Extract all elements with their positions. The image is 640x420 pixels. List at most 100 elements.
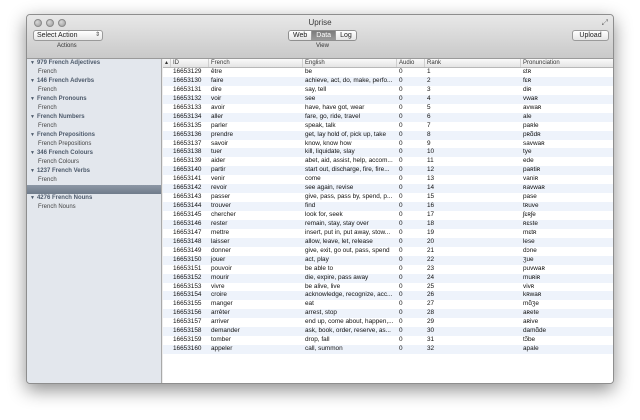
table-cell: manger bbox=[211, 300, 233, 308]
table-row[interactable]: 16653144 trouver find 0 16 tʀuve bbox=[163, 202, 613, 211]
table-cell: 0 bbox=[399, 76, 403, 84]
table-cell: pʀɑ̃dʀ bbox=[523, 130, 541, 138]
table-row[interactable]: 16653140 partir start out, discharge, fire… bbox=[163, 166, 613, 176]
column-header-audio[interactable]: Audio bbox=[397, 59, 425, 67]
table-cell: 16653149 bbox=[173, 246, 202, 254]
table-row[interactable]: 16653130 faire achieve, act, do, make, per… bbox=[163, 76, 613, 86]
table-row[interactable]: 16653160 appeler call, summon 0 32 apale bbox=[163, 345, 613, 354]
table-row[interactable]: 16653157 arriver end up, come about, happe… bbox=[163, 318, 613, 327]
tab-log[interactable]: Log bbox=[336, 31, 356, 40]
table-cell: chercher bbox=[211, 211, 236, 218]
table-row[interactable]: 16653134 aller fare, go, ride, travel 0 6 ale bbox=[163, 112, 613, 122]
disclosure-triangle-icon[interactable]: ▼ bbox=[30, 168, 35, 174]
column-header-english[interactable]: English bbox=[303, 59, 397, 67]
select-action-dropdown[interactable]: Select Action ⇕ bbox=[33, 30, 103, 41]
table-cell: see again, revise bbox=[305, 184, 354, 192]
sidebar-item-selected[interactable] bbox=[27, 185, 161, 194]
disclosure-triangle-icon[interactable]: ▼ bbox=[30, 96, 35, 102]
sort-indicator-column[interactable]: ▴ bbox=[163, 59, 171, 67]
table-row[interactable]: 16653138 tuer kill, liquidate, slay 0 10 tye bbox=[163, 148, 613, 158]
sidebar-group[interactable]: ▼ 979 French Adjectives bbox=[27, 59, 161, 68]
disclosure-triangle-icon[interactable]: ▼ bbox=[30, 132, 35, 138]
table-cell: 0 bbox=[399, 318, 403, 326]
sidebar-item[interactable]: French bbox=[27, 122, 161, 131]
table-cell: 22 bbox=[427, 255, 435, 263]
disclosure-triangle-icon[interactable]: ▼ bbox=[30, 114, 35, 120]
updown-arrows-icon: ⇕ bbox=[94, 32, 100, 38]
table-row[interactable]: 16653139 aider abet, aid, assist, help, ac… bbox=[163, 157, 613, 166]
table-row[interactable]: 16653145 chercher look for, seek 0 17 ʃɛʀʃe bbox=[163, 211, 613, 220]
table-row[interactable]: 16653137 savoir know, know how 0 9 savwaʀ bbox=[163, 140, 613, 149]
table-row[interactable]: 16653142 revoir see again, revise 0 14 ʀavwaʀ bbox=[163, 184, 613, 194]
table-cell: 0 bbox=[399, 291, 403, 299]
table-cell: 16653140 bbox=[173, 166, 202, 174]
table-cell: tʀuve bbox=[523, 202, 539, 210]
sidebar-item[interactable]: French Nouns bbox=[27, 203, 161, 212]
upload-button[interactable]: Upload bbox=[572, 30, 609, 41]
table-cell: 16653155 bbox=[173, 300, 202, 308]
table-cell: remain, stay, stay over bbox=[305, 219, 369, 227]
disclosure-triangle-icon[interactable]: ▼ bbox=[30, 78, 35, 84]
sidebar-group-label: 979 French Adjectives bbox=[36, 60, 101, 66]
table-cell: be able to bbox=[305, 264, 334, 272]
table-row[interactable]: 16653147 mettre insert, put in, put away, … bbox=[163, 229, 613, 238]
table-row[interactable]: 16653150 jouer act, play 0 22 ʒue bbox=[163, 255, 613, 265]
tab-web[interactable]: Web bbox=[289, 31, 313, 40]
table-cell: 0 bbox=[399, 148, 403, 156]
sidebar-item[interactable]: French bbox=[27, 104, 161, 113]
table-row[interactable]: 16653152 mourir die, expire, pass away 0 24 m… bbox=[163, 273, 613, 283]
table-row[interactable]: 16653136 prendre get, lay hold of, pick up… bbox=[163, 130, 613, 140]
table-row[interactable]: 16653135 parler speak, talk 0 7 paʀle bbox=[163, 122, 613, 131]
column-header-pronunciation[interactable]: Pronunciation bbox=[521, 59, 613, 67]
table-row[interactable]: 16653133 avoir have, have got, wear 0 5 avwaʀ bbox=[163, 104, 613, 113]
table-cell: 16653139 bbox=[173, 157, 202, 165]
row-marker bbox=[163, 291, 171, 300]
table-cell: 14 bbox=[427, 184, 435, 192]
table-row[interactable]: 16653143 passer give, pass, pass by, spend… bbox=[163, 193, 613, 202]
sidebar-item[interactable]: French Prepositions bbox=[27, 140, 161, 149]
table-row[interactable]: 16653159 tomber drop, fall 0 31 tɔ̃be bbox=[163, 336, 613, 345]
table-row[interactable]: 16653149 donner give, exit, go out, pass, … bbox=[163, 246, 613, 256]
sidebar-group[interactable]: ▼ 1237 French Verbs bbox=[27, 167, 161, 176]
table-row[interactable]: 16653131 dire say, tell 0 3 diʀ bbox=[163, 86, 613, 95]
column-header-french[interactable]: French bbox=[209, 59, 303, 67]
sidebar-group[interactable]: ▼ French Pronouns bbox=[27, 95, 161, 104]
table-cell: 16653148 bbox=[173, 237, 202, 245]
table-row[interactable]: 16653132 voir see 0 4 vwaʀ bbox=[163, 94, 613, 104]
table-cell: 12 bbox=[427, 166, 435, 174]
table-cell: act, play bbox=[305, 255, 329, 263]
sidebar-item[interactable]: French bbox=[27, 176, 161, 185]
table-cell: 0 bbox=[399, 264, 403, 272]
table-row[interactable]: 16653156 arrêter arrest, stop 0 28 aʀete bbox=[163, 309, 613, 319]
table-row[interactable]: 16653158 demander ask, book, order, reserv… bbox=[163, 327, 613, 337]
column-header-rank[interactable]: Rank bbox=[425, 59, 521, 67]
sidebar-item[interactable]: French bbox=[27, 86, 161, 95]
table-row[interactable]: 16653154 croire acknowledge, recognize, ac… bbox=[163, 291, 613, 301]
sidebar-item[interactable]: French Colours bbox=[27, 158, 161, 167]
table-row[interactable]: 16653155 manger eat 0 27 mɑ̃ʒe bbox=[163, 300, 613, 309]
table-row[interactable]: 16653148 laisser allow, leave, let, releas… bbox=[163, 237, 613, 247]
table-row[interactable]: 16653146 rester remain, stay, stay over 0 18… bbox=[163, 219, 613, 229]
table-row[interactable]: 16653153 vivre be alive, live 0 25 vivʀ bbox=[163, 282, 613, 292]
table-cell: vivʀ bbox=[523, 282, 535, 290]
sidebar-group[interactable]: ▼ French Numbers bbox=[27, 113, 161, 122]
sidebar-group[interactable]: ▼ 4276 French Nouns bbox=[27, 194, 161, 203]
column-header-id[interactable]: ID bbox=[171, 59, 209, 67]
fullscreen-icon[interactable]: ⤢ bbox=[602, 18, 608, 28]
table-cell: damɑ̃de bbox=[523, 327, 547, 335]
sidebar-group[interactable]: ▼ French Prepositions bbox=[27, 131, 161, 140]
table-row[interactable]: 16653141 venir come 0 13 vaniʀ bbox=[163, 175, 613, 184]
sidebar-group[interactable]: ▼ 346 French Colours bbox=[27, 149, 161, 158]
disclosure-triangle-icon[interactable]: ▼ bbox=[30, 60, 35, 66]
table-cell: 6 bbox=[427, 112, 431, 120]
disclosure-triangle-icon[interactable]: ▼ bbox=[30, 150, 35, 156]
sidebar-group-label: 346 French Colours bbox=[36, 150, 93, 156]
table-cell: tɔ̃be bbox=[523, 336, 536, 344]
table-row[interactable]: 16653151 pouvoir be able to 0 23 puvwaʀ bbox=[163, 264, 613, 274]
sidebar-group[interactable]: ▼ 146 French Adverbs bbox=[27, 77, 161, 86]
sidebar-item[interactable]: French bbox=[27, 68, 161, 77]
table-row[interactable]: 16653129 être be 0 1 ɛtʀ bbox=[163, 68, 613, 77]
disclosure-triangle-icon[interactable]: ▼ bbox=[30, 195, 35, 201]
table-cell: 16653156 bbox=[173, 309, 202, 317]
tab-data[interactable]: Data bbox=[312, 31, 337, 40]
